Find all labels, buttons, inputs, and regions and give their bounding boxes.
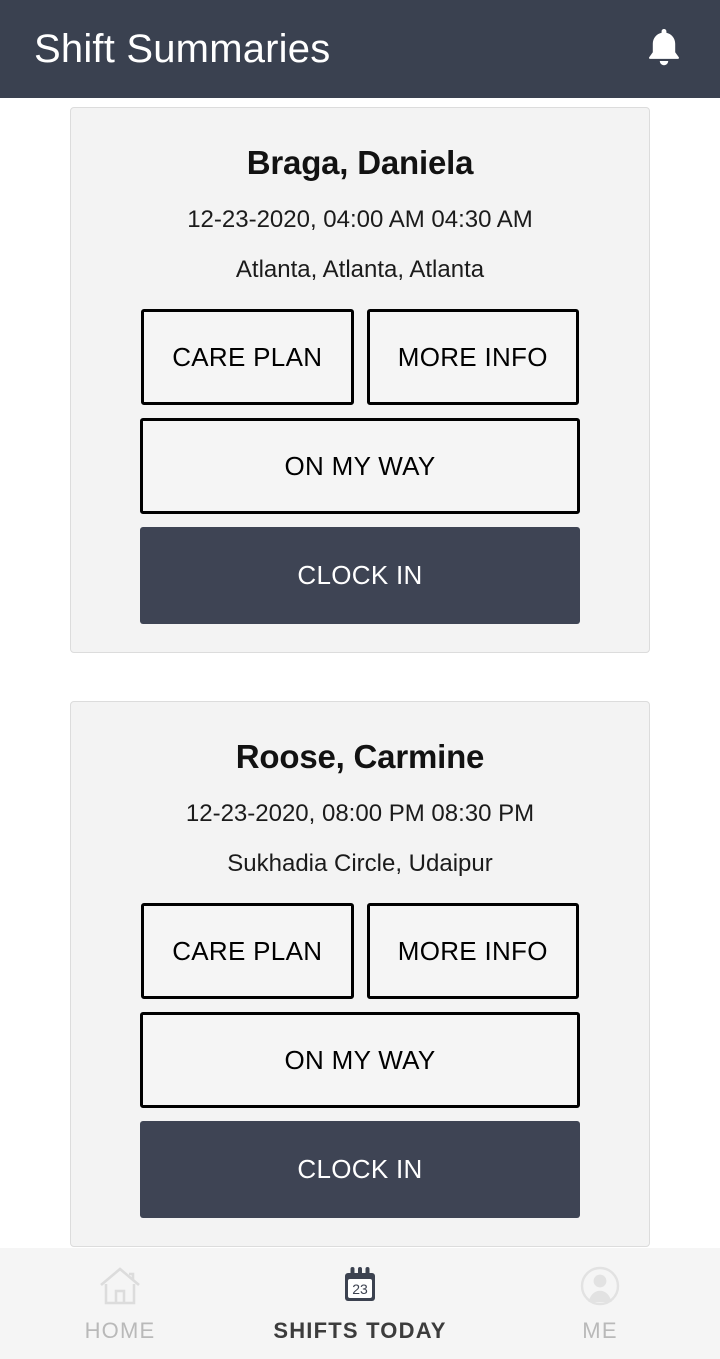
nav-label-me: ME [582, 1317, 618, 1343]
shift-location: Sukhadia Circle, Udaipur [227, 850, 493, 877]
more-info-button[interactable]: MORE INFO [366, 903, 579, 999]
shift-location: Atlanta, Atlanta, Atlanta [235, 256, 485, 283]
shift-list[interactable]: Braga, Daniela 12-23-2020, 04:00 AM 04:3… [0, 98, 720, 1248]
notifications-button[interactable] [636, 21, 692, 77]
client-name: Roose, Carmine [235, 738, 485, 775]
care-plan-button[interactable]: CARE PLAN [141, 309, 354, 405]
shift-time: 12-23-2020, 04:00 AM 04:30 AM [187, 206, 533, 233]
care-plan-button[interactable]: CARE PLAN [141, 903, 354, 999]
shift-time: 12-23-2020, 08:00 PM 08:30 PM [185, 800, 535, 827]
calendar-day-text: 23 [352, 1281, 368, 1297]
more-info-button[interactable]: MORE INFO [366, 309, 579, 405]
nav-item-me[interactable]: ME [480, 1248, 720, 1359]
shift-card: Braga, Daniela 12-23-2020, 04:00 AM 04:3… [70, 107, 650, 653]
nav-label-shifts-today: SHIFTS TODAY [273, 1317, 447, 1343]
bottom-navigation: HOME 23 SHIFTS TODAY ME [0, 1248, 720, 1359]
calendar-icon: 23 [338, 1264, 382, 1308]
app-header: Shift Summaries [0, 0, 720, 98]
on-my-way-button[interactable]: ON MY WAY [140, 418, 580, 514]
shift-card: Roose, Carmine 12-23-2020, 08:00 PM 08:3… [70, 701, 650, 1247]
nav-label-home: HOME [84, 1317, 156, 1343]
nav-item-home[interactable]: HOME [0, 1248, 240, 1359]
person-avatar-icon [578, 1264, 622, 1308]
nav-item-shifts-today[interactable]: 23 SHIFTS TODAY [240, 1248, 480, 1359]
page-title: Shift Summaries [34, 27, 331, 71]
secondary-button-row: CARE PLAN MORE INFO [71, 903, 649, 999]
bell-icon [645, 26, 683, 73]
secondary-button-row: CARE PLAN MORE INFO [71, 309, 649, 405]
on-my-way-button[interactable]: ON MY WAY [140, 1012, 580, 1108]
clock-in-button[interactable]: CLOCK IN [140, 527, 580, 624]
app-root: Shift Summaries Braga, Daniela 12-23-202… [0, 0, 720, 1359]
clock-in-button[interactable]: CLOCK IN [140, 1121, 580, 1218]
client-name: Braga, Daniela [246, 144, 474, 181]
home-icon [98, 1264, 142, 1308]
